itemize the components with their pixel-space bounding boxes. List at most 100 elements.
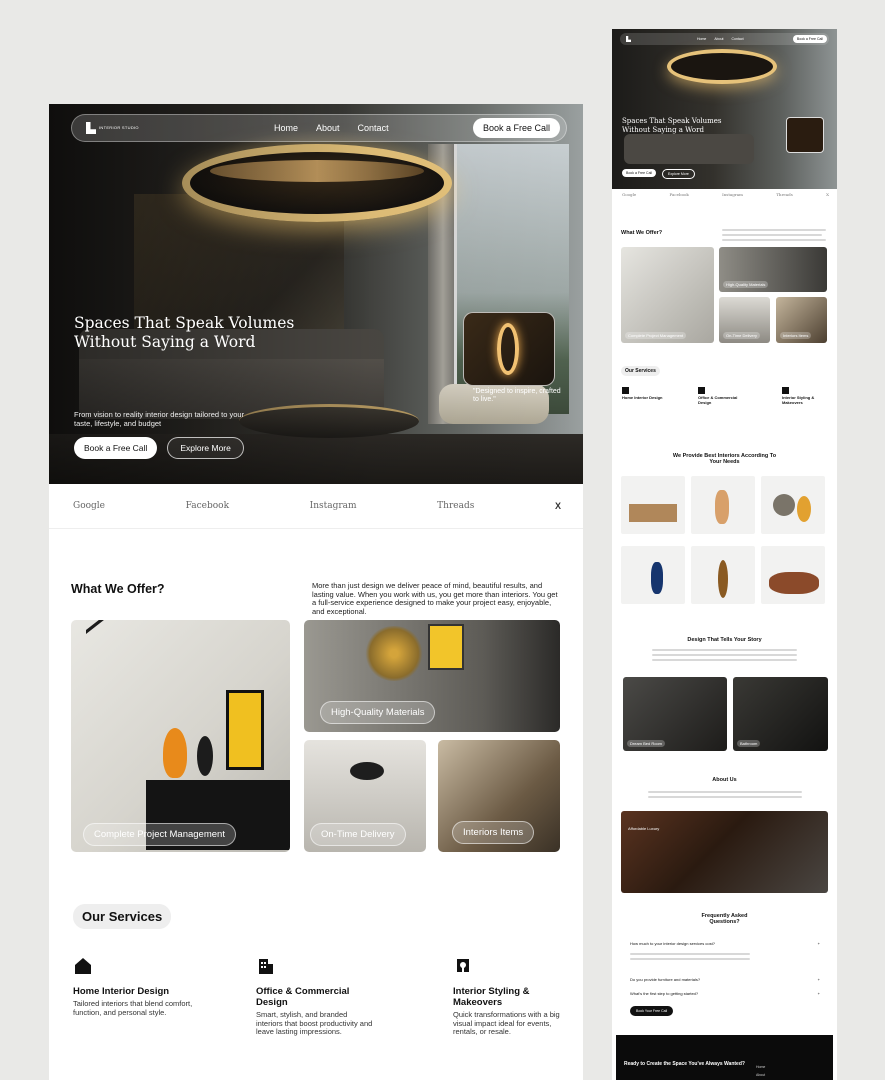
text-line	[648, 791, 802, 793]
preview-brand: X	[826, 192, 829, 197]
preview-footer-link[interactable]: About	[756, 1071, 765, 1079]
building-icon	[698, 387, 705, 394]
house-icon	[75, 958, 91, 974]
text-line	[630, 953, 750, 955]
service-home[interactable]: Home Interior Design Tailored interiors …	[73, 956, 193, 1017]
house-icon	[622, 387, 629, 394]
pendant-lamp-image	[350, 762, 384, 780]
preview-tile-materials[interactable]: High-Quality Materials	[719, 247, 827, 292]
preview-service[interactable]: Interior Styling & Makeovers	[782, 387, 832, 405]
preview-nav: Home About Contact Book a Free Call	[620, 33, 829, 45]
preview-sofa	[624, 134, 754, 164]
text-line	[648, 796, 802, 798]
preview-service[interactable]: Office & Commercial Design	[698, 387, 748, 405]
preview-nav-cta[interactable]: Book a Free Call	[792, 35, 827, 43]
offer-heading: What We Offer?	[71, 582, 165, 596]
preview-nav-about[interactable]: About	[714, 37, 723, 41]
preview-tile-label: High-Quality Materials	[723, 281, 769, 288]
hero-explore-button[interactable]: Explore More	[167, 437, 244, 459]
nav-book-call-button[interactable]: Book a Free Call	[472, 118, 560, 138]
product-shelf[interactable]	[621, 476, 685, 534]
logo-icon	[86, 122, 96, 134]
preview-story-title: Design That Tells Your Story	[687, 637, 762, 643]
brand-x: X	[554, 501, 561, 511]
tile-project-management[interactable]: Complete Project Management	[71, 620, 290, 852]
preview-explore-button[interactable]: Explore More	[662, 169, 695, 179]
preview-brand: Google	[622, 192, 637, 197]
hero-book-call-button[interactable]: Book a Free Call	[74, 437, 158, 459]
building-icon	[259, 959, 273, 974]
plus-icon: +	[817, 977, 820, 982]
product-vase[interactable]	[691, 546, 755, 604]
faq-question: What's the first step to getting started…	[630, 991, 699, 996]
preview-about-banner: Affordable Luxury	[621, 811, 828, 893]
preview-tile-delivery[interactable]: On-Time Delivery	[719, 297, 770, 343]
preview-brand-strip: Google Facebook Instagram Threads X	[612, 192, 837, 197]
tile-label: High-Quality Materials	[320, 701, 436, 724]
product-pottery[interactable]	[761, 546, 825, 604]
preview-service-title: Interior Styling & Makeovers	[782, 395, 815, 405]
sculpture-lamp-image	[497, 323, 519, 375]
nav-link-contact[interactable]: Contact	[358, 123, 389, 133]
lamp-icon	[782, 387, 789, 394]
logo[interactable]: Interior Studio	[86, 122, 146, 134]
product-sculpture[interactable]	[691, 476, 755, 534]
service-office[interactable]: Office & Commercial Design Smart, stylis…	[256, 956, 376, 1037]
tile-materials[interactable]: High-Quality Materials	[304, 620, 560, 732]
brand-instagram: Instagram	[309, 501, 357, 511]
preview-nav-contact[interactable]: Contact	[732, 37, 744, 41]
preview-service[interactable]: Home Interior Design	[622, 387, 672, 401]
preview-tile-management[interactable]: Complete Project Management	[621, 247, 714, 343]
preview-logo-icon[interactable]	[626, 36, 631, 42]
faq-item[interactable]: What's the first step to getting started…	[630, 991, 820, 996]
text-line	[722, 239, 826, 241]
service-desc: Smart, stylish, and branded interiors th…	[256, 1010, 373, 1036]
preview-footer-link[interactable]: Home	[756, 1063, 765, 1071]
preview-brand: Instagram	[722, 192, 743, 197]
faq-item[interactable]: How much to your interior design service…	[630, 941, 820, 946]
tile-interior-items[interactable]: Interiors Items	[438, 740, 560, 852]
preview-about-banner-label: Affordable Luxury	[628, 826, 660, 831]
branch-decor-image	[364, 626, 424, 681]
preview-products-title: We Provide Best Interiors According To Y…	[672, 453, 777, 465]
preview-tile-label: Interiors Items	[780, 332, 812, 339]
preview-story-label: Dream Bed Room	[627, 740, 666, 747]
preview-story-bathroom[interactable]: Bathroom	[733, 677, 828, 751]
offer-description: More than just design we deliver peace o…	[312, 581, 558, 616]
service-desc: Quick transformations with a big visual …	[453, 1010, 560, 1036]
preview-cta-footer: Ready to Create the Space You've Always …	[616, 1035, 833, 1080]
hero-section: Interior Studio Home About Contact Book …	[49, 104, 583, 484]
faq-question: How much to your interior design service…	[630, 941, 715, 946]
preview-faq-button[interactable]: Book Your Free Call	[630, 1006, 674, 1016]
plus-icon: +	[817, 941, 820, 946]
preview-brand: Threads	[776, 192, 793, 197]
preview-service-title: Office & Commercial Design	[698, 395, 738, 405]
preview-offer-title: What We Offer?	[621, 230, 663, 236]
tile-delivery[interactable]: On-Time Delivery	[304, 740, 426, 852]
brand-strip: Google Facebook Instagram Threads X	[49, 484, 583, 529]
black-vase-image	[197, 736, 213, 776]
preview-story-bedroom[interactable]: Dream Bed Room	[623, 677, 727, 751]
preview-nav-home[interactable]: Home	[697, 37, 706, 41]
preview-tile-label: Complete Project Management	[625, 332, 687, 339]
lamp-icon	[457, 959, 469, 972]
full-page-preview: Home About Contact Book a Free Call Spac…	[612, 29, 837, 1080]
preview-faq-title: Frequently Asked Questions?	[701, 913, 748, 925]
text-line	[722, 234, 822, 236]
service-styling[interactable]: Interior Styling & Makeovers Quick trans…	[453, 956, 573, 1037]
preview-book-call-button[interactable]: Book a Free Call	[622, 169, 657, 177]
wall-art-image	[428, 624, 464, 670]
text-line	[652, 654, 797, 656]
faq-item[interactable]: Do you provide furniture and materials? +	[630, 977, 820, 982]
nav-link-home[interactable]: Home	[274, 123, 298, 133]
product-vase-set[interactable]	[621, 546, 685, 604]
showcase-canvas: Interior Studio Home About Contact Book …	[0, 0, 885, 1080]
hero-feature-card[interactable]	[463, 312, 555, 386]
preview-service-title: Home Interior Design	[622, 395, 663, 400]
preview-tile-items[interactable]: Interiors Items	[776, 297, 827, 343]
logo-text: Interior Studio	[99, 125, 139, 130]
nav-link-about[interactable]: About	[316, 123, 340, 133]
service-title: Home Interior Design	[73, 986, 170, 997]
tile-label: Complete Project Management	[83, 823, 236, 846]
product-chair[interactable]	[761, 476, 825, 534]
